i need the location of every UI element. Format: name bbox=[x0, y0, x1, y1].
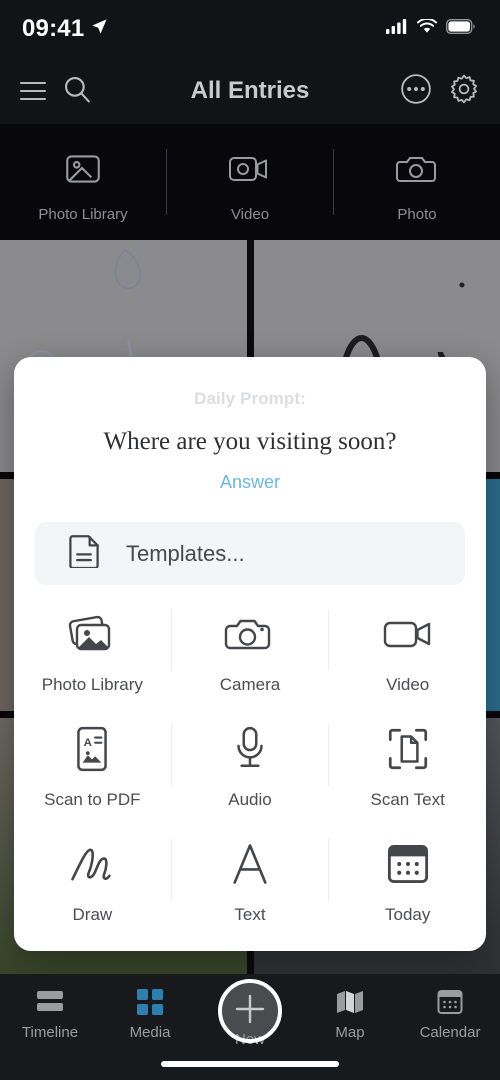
tab-label: Map bbox=[335, 1024, 365, 1041]
cellular-signal-icon bbox=[386, 19, 408, 39]
quickbar-label: Video bbox=[230, 205, 270, 223]
phone-screen: 09:41 All Entries Photo Library Video Ph… bbox=[0, 0, 500, 1080]
scan-text-icon bbox=[385, 722, 431, 776]
action-draw[interactable]: Draw bbox=[14, 837, 171, 925]
battery-icon bbox=[445, 18, 476, 39]
location-arrow-icon bbox=[91, 18, 108, 40]
camera-icon bbox=[224, 607, 276, 661]
camera-icon bbox=[395, 142, 439, 196]
text-letter-a-icon bbox=[228, 837, 272, 891]
quickbar-label: Photo Library bbox=[38, 205, 128, 223]
action-label: Scan Text bbox=[370, 790, 445, 809]
plus-icon bbox=[233, 992, 267, 1031]
action-photo-library[interactable]: Photo Library bbox=[14, 607, 171, 695]
action-camera[interactable]: Camera bbox=[172, 607, 329, 695]
tab-map[interactable]: Map bbox=[300, 987, 400, 1041]
action-text[interactable]: Text bbox=[172, 837, 329, 925]
action-label: Camera bbox=[219, 675, 281, 694]
scan-pdf-icon: A bbox=[70, 722, 114, 776]
action-label: Video bbox=[386, 675, 430, 694]
quickbar-item-photo[interactable]: Photo bbox=[334, 124, 500, 240]
bottom-tab-bar: Timeline Media New Map Calendar bbox=[0, 974, 500, 1080]
tab-timeline[interactable]: Timeline bbox=[0, 987, 100, 1041]
action-label: Photo Library bbox=[41, 675, 143, 694]
action-scan-to-pdf[interactable]: A Scan to PDF bbox=[14, 722, 171, 810]
daily-prompt-question: Where are you visiting soon? bbox=[103, 428, 397, 455]
quick-media-bar: Photo Library Video Photo bbox=[0, 124, 500, 240]
document-lines-icon bbox=[69, 534, 99, 573]
daily-prompt-block: Daily Prompt: Where are you visiting soo… bbox=[14, 357, 486, 493]
new-entry-sheet: Daily Prompt: Where are you visiting soo… bbox=[14, 357, 486, 951]
video-camera-icon bbox=[381, 607, 435, 661]
daily-prompt-kicker: Daily Prompt: bbox=[194, 389, 306, 408]
quickbar-label: Photo bbox=[397, 205, 437, 223]
scribble-draw-icon bbox=[66, 837, 118, 891]
action-label: Audio bbox=[228, 790, 272, 809]
action-row: A Scan to PDF Audio Scan Text bbox=[14, 722, 486, 837]
navigation-bar: All Entries bbox=[0, 58, 500, 124]
action-label: Scan to PDF bbox=[44, 790, 141, 809]
tab-label: Timeline bbox=[21, 1024, 79, 1041]
map-folded-icon bbox=[335, 987, 365, 1017]
more-ellipsis-icon[interactable] bbox=[400, 73, 432, 110]
status-bar-right bbox=[386, 18, 476, 39]
wifi-icon bbox=[417, 18, 437, 39]
tab-label: Media bbox=[129, 1024, 171, 1041]
search-icon[interactable] bbox=[62, 74, 92, 109]
gear-icon[interactable] bbox=[448, 73, 480, 110]
status-time: 09:41 bbox=[22, 15, 85, 42]
svg-text:A: A bbox=[84, 737, 92, 749]
action-row: Draw Text Today bbox=[14, 837, 486, 951]
photo-stack-icon bbox=[65, 607, 119, 661]
timeline-bars-icon bbox=[35, 987, 65, 1017]
microphone-icon bbox=[230, 722, 270, 776]
home-indicator bbox=[161, 1061, 339, 1067]
nav-right-group bbox=[400, 73, 480, 110]
tab-calendar[interactable]: Calendar bbox=[400, 987, 500, 1041]
quickbar-item-video[interactable]: Video bbox=[167, 124, 333, 240]
templates-button[interactable]: Templates... bbox=[35, 522, 465, 585]
action-scan-text[interactable]: Scan Text bbox=[329, 722, 486, 810]
quickbar-item-photo-library[interactable]: Photo Library bbox=[0, 124, 166, 240]
action-video[interactable]: Video bbox=[329, 607, 486, 695]
tab-label: New bbox=[234, 1031, 265, 1048]
action-grid: Photo Library Camera Video A Scan to PDF… bbox=[14, 607, 486, 951]
calendar-icon bbox=[385, 837, 431, 891]
tab-label: Calendar bbox=[419, 1024, 481, 1041]
hamburger-menu-icon[interactable] bbox=[20, 82, 46, 100]
templates-label: Templates... bbox=[126, 540, 245, 566]
action-row: Photo Library Camera Video bbox=[14, 607, 486, 722]
action-label: Draw bbox=[72, 905, 113, 924]
status-bar: 09:41 bbox=[0, 0, 500, 58]
action-audio[interactable]: Audio bbox=[172, 722, 329, 810]
nav-left-group bbox=[20, 74, 92, 109]
action-today[interactable]: Today bbox=[329, 837, 486, 925]
tab-media[interactable]: Media bbox=[100, 987, 200, 1041]
answer-link[interactable]: Answer bbox=[14, 472, 486, 493]
action-label: Today bbox=[384, 905, 431, 924]
photo-image-icon bbox=[62, 142, 104, 196]
media-grid-icon bbox=[136, 987, 164, 1017]
status-bar-left: 09:41 bbox=[22, 15, 108, 43]
calendar-icon bbox=[436, 987, 464, 1017]
action-label: Text bbox=[234, 905, 266, 924]
video-camera-icon bbox=[227, 142, 273, 196]
